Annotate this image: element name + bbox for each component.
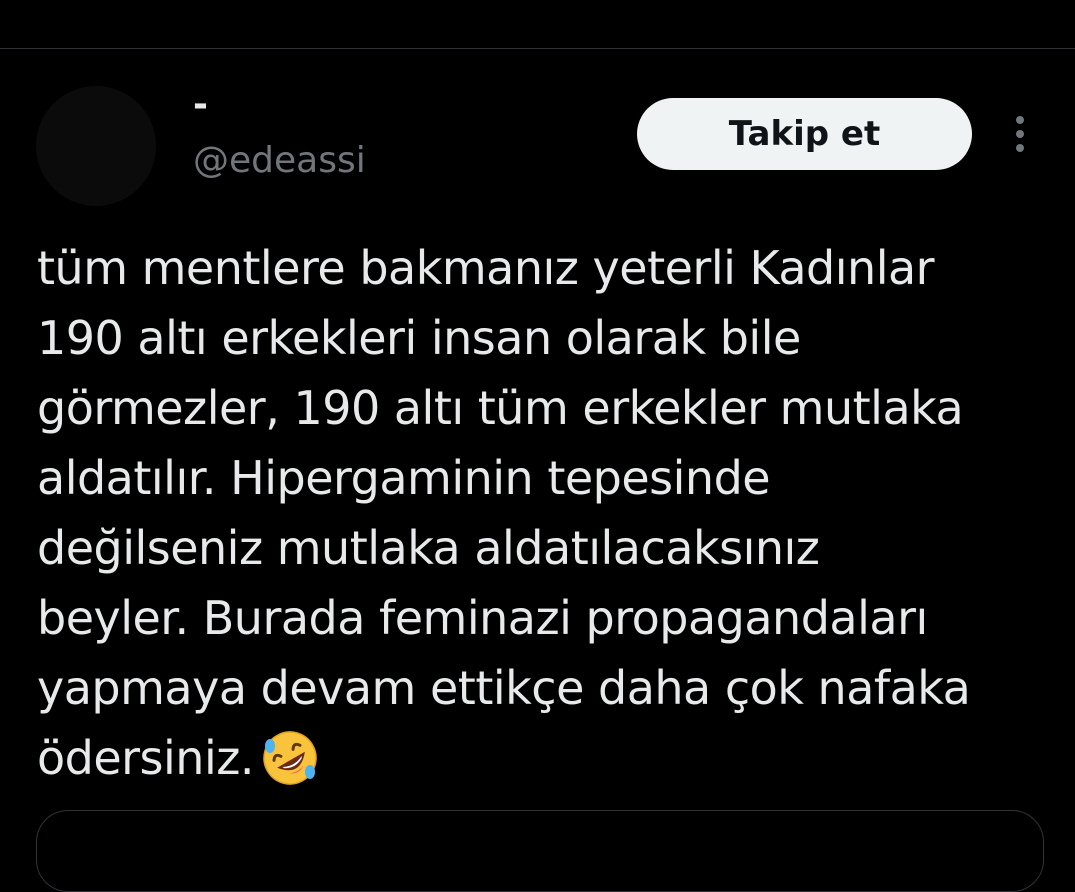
rolling-on-the-floor-laughing-icon — [260, 728, 320, 788]
more-dot — [1016, 130, 1024, 138]
follow-button[interactable]: Takip et — [637, 98, 972, 170]
tweet-text: tüm mentlere bakmanız yeterli Kadınlar 1… — [37, 233, 1062, 793]
tweet-line: aldatılır. Hipergaminin tepesinde — [37, 451, 771, 505]
tweet-line: değilseniz mutlaka aldatılacaksınız — [37, 521, 820, 575]
header-divider — [0, 48, 1075, 49]
tweet-line: görmezler, 190 altı tüm erkekler mutlaka — [37, 381, 964, 435]
tweet-line: 190 altı erkekleri insan olarak bile — [37, 311, 801, 365]
quote-card[interactable] — [36, 810, 1044, 892]
more-dot — [1016, 144, 1024, 152]
tweet-last-line: ödersiniz. — [37, 723, 1062, 793]
more-vertical-icon[interactable] — [1000, 110, 1040, 158]
tweet-line: beyler. Burada feminazi propagandaları — [37, 591, 928, 645]
author-handle[interactable]: @edeassi — [193, 136, 366, 186]
more-dot — [1016, 116, 1024, 124]
avatar[interactable] — [36, 86, 156, 206]
tweet-line: tüm mentlere bakmanız yeterli Kadınlar — [37, 241, 935, 295]
tweet-line-text: ödersiniz. — [37, 731, 255, 785]
tweet-line: yapmaya devam ettikçe daha çok nafaka — [37, 661, 971, 715]
author-display-name[interactable]: - — [193, 80, 208, 130]
